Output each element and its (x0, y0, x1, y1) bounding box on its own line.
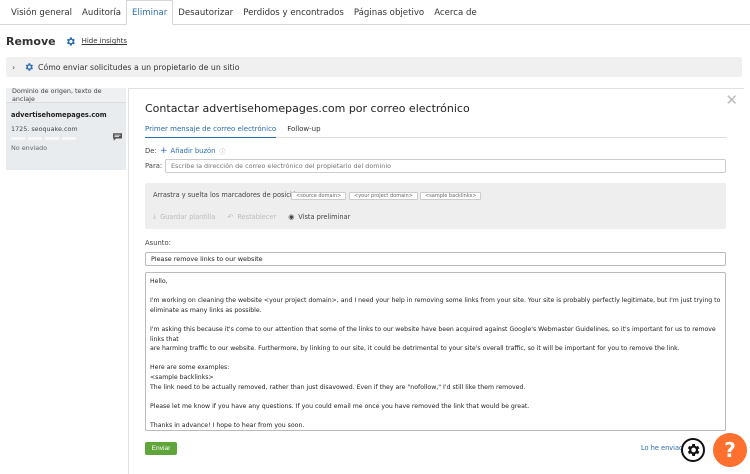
preview-button[interactable]: ◉ Vista preliminar (288, 213, 350, 221)
add-mailbox-label: Añadir buzón (170, 147, 216, 155)
save-template-button[interactable]: ⤓ Guardar plantilla (153, 212, 215, 221)
undo-icon: ↶ (227, 212, 234, 221)
placeholder-chip-source-domain[interactable]: <source domain> (291, 192, 347, 200)
contact-dialog: ✕ Contactar advertisehomepages.com por c… (128, 88, 744, 474)
subject-field[interactable] (145, 252, 726, 266)
from-label: De: (145, 147, 157, 155)
placeholder-chip-project-domain[interactable]: <your project domain> (349, 192, 418, 200)
tab-desautorizar[interactable]: Desautorizar (173, 0, 238, 24)
tab-acerca-de[interactable]: Acerca de (429, 0, 482, 24)
email-body-textarea[interactable]: Hello, I'm working on cleaning the websi… (145, 272, 726, 431)
body-paragraph: Here are some examples: (150, 364, 230, 372)
close-icon[interactable]: ✕ (725, 91, 738, 109)
info-icon[interactable]: ⓘ (219, 147, 225, 156)
body-greeting: Hello, (150, 278, 168, 285)
gear-icon (687, 444, 700, 456)
gear-icon[interactable] (65, 36, 76, 47)
body-paragraph: Please let me know if you have any quest… (150, 402, 530, 410)
tab-first-email[interactable]: Primer mensaje de correo electrónico (145, 125, 277, 138)
body-paragraph: are harming traffic to our website. Furt… (150, 345, 680, 353)
tab-follow-up[interactable]: Follow-up (287, 125, 320, 138)
page-header: Remove Hide insights (6, 33, 127, 49)
chevron-right-icon: › (12, 62, 16, 72)
body-paragraph: I'm asking this because it's come to our… (150, 325, 716, 343)
add-mailbox-button[interactable]: + Añadir buzón ⓘ (160, 146, 226, 156)
to-email-field[interactable] (165, 159, 726, 173)
dialog-tabs: Primer mensaje de correo electrónico Fol… (145, 125, 727, 138)
body-paragraph: <sample backlinks> (150, 373, 214, 381)
settings-button[interactable] (681, 438, 705, 462)
send-button[interactable]: Enviar (145, 442, 177, 455)
tab-perdidos-y-encontrados[interactable]: Perdidos y encontrados (238, 0, 349, 24)
tab-vision-general[interactable]: Visión general (6, 0, 77, 24)
tab-eliminar[interactable]: Eliminar (126, 0, 174, 25)
tab-auditoria[interactable]: Auditoría (77, 0, 126, 24)
page-title: Remove (6, 34, 56, 48)
template-actions: ⤓ Guardar plantilla ↶ Restablecer ◉ Vist… (153, 212, 362, 221)
hide-insights-link[interactable]: Hide insights (82, 37, 127, 45)
dialog-title: Contactar advertisehomepages.com por cor… (145, 102, 470, 115)
subject-label: Asunto: (145, 239, 171, 247)
placeholders-label: Arrastra y suelta los marcadores de posi… (153, 191, 303, 199)
plus-icon: + (160, 146, 168, 156)
reset-button[interactable]: ↶ Restablecer (227, 213, 276, 221)
status-text: No enviado (11, 144, 48, 152)
body-paragraph: The link need to be actually removed, ra… (150, 383, 526, 391)
download-icon: ⤓ (153, 212, 157, 220)
gear-icon (25, 63, 33, 71)
eye-icon: ◉ (288, 212, 295, 221)
body-paragraph: Thanks in advance! I hope to hear from y… (150, 421, 305, 429)
to-label: Para: (145, 162, 163, 170)
rating-bars (11, 137, 120, 140)
body-paragraph: I'm working on cleaning the website <you… (150, 297, 721, 305)
comment-icon[interactable] (113, 133, 122, 141)
body-paragraph: eliminate as many links as possible. (150, 306, 262, 314)
left-panel: Dominio de origen, texto de anclaje adve… (6, 87, 126, 170)
tab-paginas-objetivo[interactable]: Páginas objetivo (349, 0, 429, 24)
how-to-banner[interactable]: › Cómo enviar solicitudes a un propietar… (6, 57, 742, 77)
help-button[interactable]: ? (713, 433, 747, 467)
placeholders-panel: Arrastra y suelta los marcadores de posi… (145, 183, 726, 229)
source-domain: advertisehomepages.com (11, 111, 107, 119)
main-tabs: Visión general Auditoría Eliminar Desaut… (0, 0, 750, 25)
banner-text: Cómo enviar solicitudes a un propietario… (38, 62, 240, 72)
anchor-text: 1725. seoquake.com (11, 125, 78, 133)
left-panel-header: Dominio de origen, texto de anclaje (6, 87, 126, 103)
list-item[interactable]: advertisehomepages.com 1725. seoquake.co… (6, 103, 126, 170)
placeholder-chip-sample-backlinks[interactable]: <sample backlinks> (420, 192, 482, 200)
